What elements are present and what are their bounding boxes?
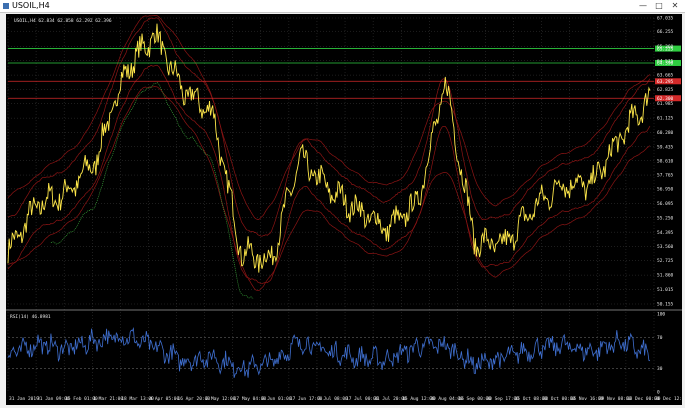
price-tick-label: 51.860: [657, 273, 674, 279]
platform-window: USOIL,H4 — □ ✕ 65.225 64.390 63.295 62.300 …: [0, 0, 685, 408]
rsi-line: [7, 326, 651, 378]
price-tick-label: 58.610: [657, 158, 674, 164]
time-tick-label: 1 Mar 21:00: [93, 396, 123, 402]
price-tick-label: 60.280: [657, 130, 674, 136]
price-tick-label: 65.360: [657, 44, 674, 50]
price-tick-label: 55.250: [657, 215, 674, 221]
horizontal-levels: 65.22564.39063.29562.300: [8, 45, 681, 102]
rsi-tick-label: 0: [657, 390, 660, 396]
price-tick-label: 52.725: [657, 258, 674, 264]
level-label-4: 62.300: [657, 96, 674, 102]
chart-icon: [3, 3, 9, 9]
price-axis: 67.035 66.255 65.360 64.515 63.665 62.825 61.9…: [657, 16, 674, 308]
price-tick-label: 59.435: [657, 144, 674, 150]
rsi-tick-label: 30: [657, 366, 663, 372]
price-tick-label: 67.035: [657, 16, 674, 22]
time-tick-label: 31 Jan 2019: [9, 396, 39, 402]
close-button[interactable]: ✕: [668, 1, 682, 10]
price-tick-label: 62.825: [657, 87, 674, 93]
time-tick-label: 2 Jul 08:00: [318, 396, 348, 402]
price-tick-label: 56.950: [657, 186, 674, 192]
window-title: USOIL,H4: [12, 1, 50, 10]
rsi-pane: [7, 326, 654, 378]
time-tick-label: 3 Jun 01:00: [262, 396, 292, 402]
chart-window-titlebar[interactable]: USOIL,H4 — □ ✕: [0, 0, 685, 13]
price-tick-label: 61.985: [657, 101, 674, 107]
rsi-tick-label: 100: [657, 312, 665, 318]
price-tick-label: 66.255: [657, 29, 674, 35]
rsi-tick-label: 70: [657, 335, 663, 341]
price-tick-label: 57.765: [657, 173, 674, 179]
price-tick-label: 64.515: [657, 58, 674, 64]
price-tick-label: 53.560: [657, 244, 674, 250]
price-tick-label: 63.665: [657, 73, 674, 79]
time-tick-label: 4 Apr 05:00: [149, 396, 179, 402]
maximize-button[interactable]: □: [652, 1, 666, 10]
chart-area[interactable]: 65.225 64.390 63.295 62.300 67.035 66.255 65.…: [6, 14, 682, 405]
time-axis: 31 Jan 201931 Jan 09:0015 Feb 01:001 Mar…: [9, 396, 682, 402]
symbol-info-line: USOIL,H4 62.834 62.858 62.292 62.396: [14, 18, 112, 24]
rsi-axis: 100 70 30 0: [657, 312, 665, 396]
price-line: [7, 23, 651, 273]
price-chart[interactable]: 65.22564.39063.29562.300 67.03566.25565.…: [6, 14, 682, 405]
price-tick-label: 50.155: [657, 302, 674, 308]
price-tick-label: 51.015: [657, 287, 674, 293]
price-tick-label: 61.125: [657, 116, 674, 122]
minimize-button[interactable]: —: [636, 1, 650, 10]
price-series: [7, 23, 651, 273]
level-label-3: 63.295: [657, 79, 674, 85]
rsi-indicator-label: RSI(14) 46.8981: [10, 314, 51, 320]
price-tick-label: 54.395: [657, 230, 674, 236]
time-tick-label: 30 Dec 12:00: [655, 396, 682, 402]
price-tick-label: 56.095: [657, 201, 674, 207]
green-band-line: [50, 82, 254, 299]
grid: [7, 17, 655, 392]
envelope-bands: [7, 15, 651, 299]
time-tick-label: 2 May 12:00: [206, 396, 236, 402]
